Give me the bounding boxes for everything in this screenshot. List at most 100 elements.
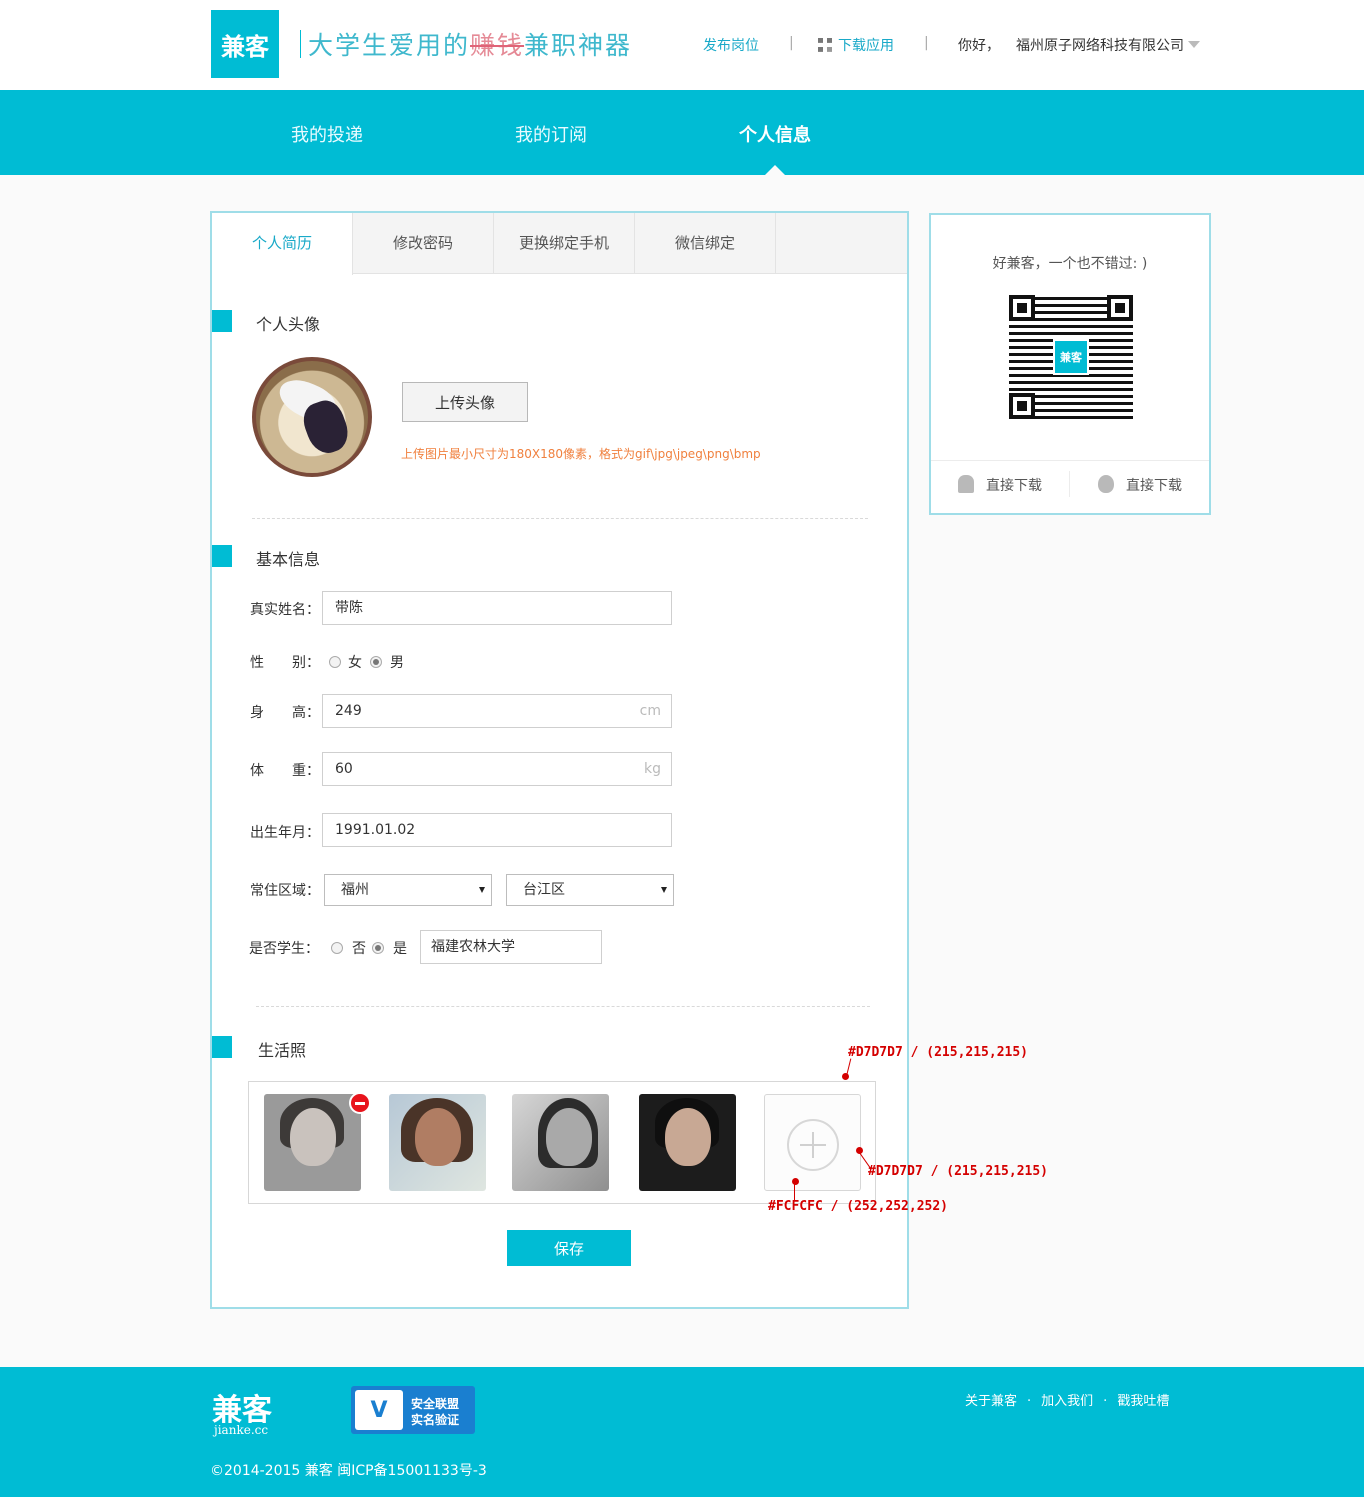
life-photo[interactable]	[512, 1094, 609, 1191]
city-select[interactable]: 福州	[324, 874, 492, 906]
nav-my-applications[interactable]: 我的投递	[291, 121, 363, 147]
height-label: 身 高：	[250, 705, 320, 721]
verified-shield-icon: V	[355, 1390, 403, 1430]
qr-finder	[1107, 295, 1133, 321]
ios-download-label: 直接下载	[1126, 478, 1182, 494]
company-name: 福州原子网络科技有限公司	[1016, 38, 1184, 54]
site-footer: 兼客 jianke.cc V 安全联盟 实名验证 关于兼客 · 加入我们 · 戳我吐槽 …	[0, 1367, 1364, 1497]
slogan-suffix: 兼职神器	[524, 31, 633, 60]
download-app-link[interactable]: 下载应用	[818, 35, 894, 55]
student-no-radio[interactable]	[331, 942, 343, 954]
profile-tabs: 个人简历 修改密码 更换绑定手机 微信绑定	[212, 213, 907, 275]
life-photo[interactable]	[389, 1094, 486, 1191]
profile-panel: 个人简历 修改密码 更换绑定手机 微信绑定 个人头像 上传头像 上传图片最小尺寸…	[210, 211, 909, 1309]
footer-link-join[interactable]: 加入我们	[1041, 1394, 1093, 1409]
nav-personal-info[interactable]: 个人信息	[739, 121, 811, 147]
chevron-down-icon	[1188, 41, 1200, 48]
photo-detail	[665, 1108, 711, 1166]
android-download-label: 直接下载	[986, 478, 1042, 494]
district-value: 台江区	[523, 882, 565, 898]
life-photo[interactable]	[639, 1094, 736, 1191]
footer-link-separator: ·	[1103, 1394, 1108, 1409]
tab-change-password[interactable]: 修改密码	[353, 213, 494, 274]
remove-photo-icon[interactable]	[349, 1092, 371, 1114]
android-download-link[interactable]: 直接下载	[958, 475, 1042, 495]
height-unit: cm	[639, 703, 661, 719]
section-marker	[212, 545, 232, 567]
basic-info-title: 基本信息	[256, 550, 321, 569]
annotation-dot	[842, 1073, 849, 1080]
school-field[interactable]: 福建农林大学	[420, 930, 602, 964]
qr-finder	[1009, 393, 1035, 419]
life-photos-box	[248, 1081, 876, 1204]
tab-change-phone[interactable]: 更换绑定手机	[494, 213, 635, 274]
gender-female-radio[interactable]	[329, 656, 341, 668]
gender-female-label: 女	[348, 655, 362, 671]
student-yes-label: 是	[393, 941, 407, 957]
account-menu[interactable]: 福州原子网络科技有限公司	[1016, 35, 1200, 55]
upload-tip: 上传图片最小尺寸为180X180像素，格式为gif\jpg\jpeg\png\b…	[401, 447, 761, 461]
birth-field[interactable]: 1991.01.02	[322, 813, 672, 847]
site-logo[interactable]: 兼客	[211, 10, 279, 78]
life-photo[interactable]	[264, 1094, 361, 1191]
app-qr-code: 兼客	[1009, 295, 1133, 419]
footer-domain: jianke.cc	[214, 1423, 269, 1437]
gender-label: 性 别：	[250, 655, 320, 671]
slogan-prefix: 大学生爱用的	[308, 31, 471, 60]
security-badge[interactable]: V 安全联盟 实名验证	[351, 1386, 475, 1434]
height-field[interactable]: 249 cm	[322, 694, 672, 728]
section-marker	[212, 1036, 232, 1058]
city-value: 福州	[341, 882, 369, 898]
avatar-section-title: 个人头像	[256, 315, 321, 334]
copyright: ©2014-2015 兼客 闽ICP备15001133号-3	[210, 1463, 487, 1479]
plus-icon	[787, 1119, 839, 1171]
badge-line: 安全联盟	[411, 1397, 460, 1411]
photo-detail	[415, 1108, 461, 1166]
footer-link-feedback[interactable]: 戳我吐槽	[1117, 1394, 1169, 1409]
annotation-dot	[856, 1147, 863, 1154]
save-button[interactable]: 保存	[507, 1230, 631, 1266]
qr-logo: 兼客	[1053, 339, 1089, 375]
active-nav-caret	[765, 165, 785, 175]
student-label: 是否学生：	[249, 941, 319, 957]
avatar	[252, 357, 372, 477]
height-value: 249	[335, 703, 362, 719]
dropdown-arrow-icon	[479, 887, 485, 893]
weight-label: 体 重：	[250, 763, 320, 779]
student-no-label: 否	[352, 941, 366, 957]
ios-download-link[interactable]: 直接下载	[1098, 475, 1182, 495]
logo-divider	[300, 30, 301, 58]
gender-male-radio[interactable]	[370, 656, 382, 668]
photo-detail	[546, 1108, 592, 1166]
annotation-dot	[792, 1178, 799, 1185]
section-divider	[256, 1006, 870, 1007]
footer-link-about[interactable]: 关于兼客	[965, 1394, 1017, 1409]
student-yes-radio[interactable]	[372, 942, 384, 954]
add-photo-button[interactable]	[764, 1094, 861, 1191]
tab-resume[interactable]: 个人简历	[212, 213, 353, 275]
tab-wechat-binding[interactable]: 微信绑定	[635, 213, 776, 274]
section-marker	[212, 310, 232, 332]
app-download-panel: 好兼客，一个也不错过: ) 兼客 直接下载 直接下载	[929, 213, 1211, 515]
footer-link-separator: ·	[1027, 1394, 1032, 1409]
weight-field[interactable]: 60 kg	[322, 752, 672, 786]
region-label: 常住区域：	[250, 883, 320, 899]
greeting-text: 你好，	[958, 38, 1000, 54]
upload-avatar-button[interactable]: 上传头像	[402, 382, 528, 422]
dropdown-arrow-icon	[661, 887, 667, 893]
header-separator: |	[789, 35, 794, 51]
footer-links: 关于兼客 · 加入我们 · 戳我吐槽	[965, 1390, 1169, 1409]
section-divider	[252, 518, 868, 519]
post-job-link[interactable]: 发布岗位	[703, 35, 759, 55]
name-field[interactable]: 带陈	[322, 591, 672, 625]
district-select[interactable]: 台江区	[506, 874, 674, 906]
annotation-bg-color: #FCFCFC / (252,252,252)	[768, 1199, 949, 1214]
weight-value: 60	[335, 761, 353, 777]
nav-my-subscriptions[interactable]: 我的订阅	[515, 121, 587, 147]
apple-icon	[1098, 475, 1114, 493]
slogan: 大学生爱用的赚钱兼职神器	[308, 26, 632, 62]
photo-detail	[290, 1108, 336, 1166]
slogan-strike: 赚钱	[470, 31, 525, 60]
weight-unit: kg	[644, 761, 661, 777]
gender-male-label: 男	[390, 655, 404, 671]
